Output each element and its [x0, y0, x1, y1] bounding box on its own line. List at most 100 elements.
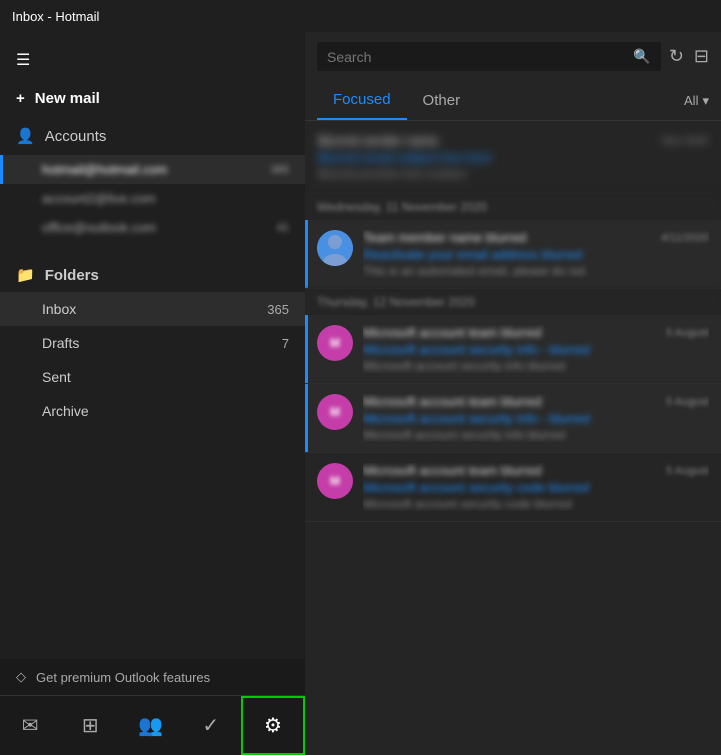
tabs: Focused Other All ▾ — [305, 81, 721, 121]
email-preview: Microsoft account security code blurred — [363, 497, 709, 511]
new-mail-button[interactable]: + New mail — [0, 80, 305, 117]
email-content: Microsoft account team blurred 5 August … — [363, 463, 709, 511]
folder-count: 365 — [267, 302, 289, 317]
avatar — [317, 230, 353, 266]
email-item[interactable]: M Microsoft account team blurred 5 Augus… — [305, 384, 721, 453]
title-text: Inbox - Hotmail — [12, 9, 99, 24]
premium-banner[interactable]: ◇ Get premium Outlook features — [0, 659, 305, 695]
email-sender: Microsoft account team blurred — [363, 325, 541, 340]
folder-name: Inbox — [42, 301, 267, 317]
bottom-nav: ✉ ⊞ 👥 ✓ ⚙ — [0, 695, 305, 755]
email-subject: Blurred email subject line here — [317, 150, 709, 165]
search-icon: 🔍 — [633, 48, 650, 65]
email-subject: Reactivate your email address blurred — [363, 247, 709, 262]
avatar: M — [317, 325, 353, 361]
calendar-icon: ⊞ — [82, 713, 99, 738]
email-subject: Microsoft account security info - blurre… — [363, 342, 709, 357]
account-name: account2@live.com — [42, 191, 285, 206]
diamond-icon: ◇ — [16, 669, 26, 685]
filter-icon[interactable]: ⊟ — [694, 46, 709, 67]
email-time: Nov 2020 — [662, 135, 709, 147]
account-list: hotmail@hotmail.com 365 account2@live.co… — [0, 155, 305, 250]
main-layout: ☰ + New mail 👤 Accounts hotmail@hotmail.… — [0, 32, 721, 755]
people-nav[interactable]: 👥 — [120, 696, 180, 755]
email-list: Blurred sender name Nov 2020 Blurred ema… — [305, 121, 721, 755]
accounts-label: Accounts — [45, 128, 107, 145]
search-input-wrap[interactable]: 🔍 — [317, 42, 661, 71]
people-icon: 👥 — [138, 713, 163, 738]
email-subject: Microsoft account security info - blurre… — [363, 411, 709, 426]
email-subject: Microsoft account security code blurred — [363, 480, 709, 495]
account-item[interactable]: office@outlook.com 41 — [0, 213, 305, 242]
account-badge: 41 — [277, 222, 289, 234]
folder-list: Inbox 365 Drafts 7 Sent Archive — [0, 292, 305, 659]
email-content: Blurred sender name Nov 2020 Blurred ema… — [317, 133, 709, 181]
calendar-nav[interactable]: ⊞ — [60, 696, 120, 755]
folder-item-inbox[interactable]: Inbox 365 — [0, 292, 305, 326]
menu-button[interactable]: ☰ — [0, 40, 305, 80]
accounts-section[interactable]: 👤 Accounts — [0, 117, 305, 155]
avatar: M — [317, 463, 353, 499]
email-header: Team member name blurred 4/11/2020 — [363, 230, 709, 245]
email-header: Microsoft account team blurred 5 August — [363, 463, 709, 478]
email-time: 4/11/2020 — [661, 232, 709, 244]
search-input[interactable] — [327, 49, 625, 65]
account-name: office@outlook.com — [42, 220, 273, 235]
folders-label: Folders — [45, 267, 99, 284]
email-content: Team member name blurred 4/11/2020 React… — [363, 230, 709, 278]
email-item[interactable]: M Microsoft account team blurred 5 Augus… — [305, 453, 721, 522]
email-item[interactable]: Team member name blurred 4/11/2020 React… — [305, 220, 721, 289]
folder-item-drafts[interactable]: Drafts 7 — [0, 326, 305, 360]
account-item[interactable]: account2@live.com — [0, 184, 305, 213]
email-sender: Blurred sender name — [317, 133, 438, 148]
tasks-nav[interactable]: ✓ — [181, 696, 241, 755]
sidebar-top: ☰ + New mail 👤 Accounts hotmail@hotmail.… — [0, 32, 305, 258]
folder-name: Archive — [42, 403, 289, 419]
folder-item-sent[interactable]: Sent — [0, 360, 305, 394]
tab-all-dropdown[interactable]: All ▾ — [684, 93, 709, 109]
avatar: M — [317, 394, 353, 430]
folders-section[interactable]: 📁 Folders — [0, 258, 305, 292]
account-badge: 365 — [271, 164, 289, 176]
tab-focused[interactable]: Focused — [317, 81, 407, 120]
mail-icon: ✉ — [22, 713, 39, 738]
focused-label: Focused — [333, 91, 391, 108]
sidebar: ☰ + New mail 👤 Accounts hotmail@hotmail.… — [0, 32, 305, 755]
email-sender: Team member name blurred — [363, 230, 526, 245]
email-time: 5 August — [666, 396, 709, 408]
date-separator: Wednesday, 11 November 2020 — [305, 194, 721, 220]
email-sender: Microsoft account team blurred — [363, 394, 541, 409]
mail-nav[interactable]: ✉ — [0, 696, 60, 755]
email-preview: Microsoft account security info blurred — [363, 359, 709, 373]
account-item[interactable]: hotmail@hotmail.com 365 — [0, 155, 305, 184]
email-item[interactable]: Blurred sender name Nov 2020 Blurred ema… — [305, 121, 721, 194]
account-name: hotmail@hotmail.com — [42, 162, 267, 177]
refresh-icon[interactable]: ↻ — [669, 46, 684, 67]
email-content: Microsoft account team blurred 5 August … — [363, 325, 709, 373]
right-panel: 🔍 ↻ ⊟ Focused Other All ▾ — [305, 32, 721, 755]
email-time: 5 August — [666, 327, 709, 339]
date-separator: Thursday, 12 November 2020 — [305, 289, 721, 315]
all-label: All — [684, 93, 698, 108]
folder-count: 7 — [282, 336, 289, 351]
new-mail-label: New mail — [35, 90, 100, 107]
chevron-down-icon: ▾ — [702, 93, 709, 109]
email-content: Microsoft account team blurred 5 August … — [363, 394, 709, 442]
email-sender: Microsoft account team blurred — [363, 463, 541, 478]
email-header: Blurred sender name Nov 2020 — [317, 133, 709, 148]
settings-icon: ⚙ — [264, 713, 282, 738]
folder-item-archive[interactable]: Archive — [0, 394, 305, 428]
accounts-icon: 👤 — [16, 127, 35, 145]
toolbar-icons: ↻ ⊟ — [669, 46, 709, 67]
email-item[interactable]: M Microsoft account team blurred 5 Augus… — [305, 315, 721, 384]
email-header: Microsoft account team blurred 5 August — [363, 394, 709, 409]
tab-other[interactable]: Other — [407, 82, 477, 119]
title-bar: Inbox - Hotmail — [0, 0, 721, 32]
email-preview: Microsoft account security info blurred — [363, 428, 709, 442]
settings-nav[interactable]: ⚙ — [241, 696, 305, 755]
hamburger-icon: ☰ — [16, 50, 30, 70]
plus-icon: + — [16, 90, 25, 107]
folder-icon: 📁 — [16, 266, 35, 284]
tasks-icon: ✓ — [202, 713, 219, 738]
email-header: Microsoft account team blurred 5 August — [363, 325, 709, 340]
